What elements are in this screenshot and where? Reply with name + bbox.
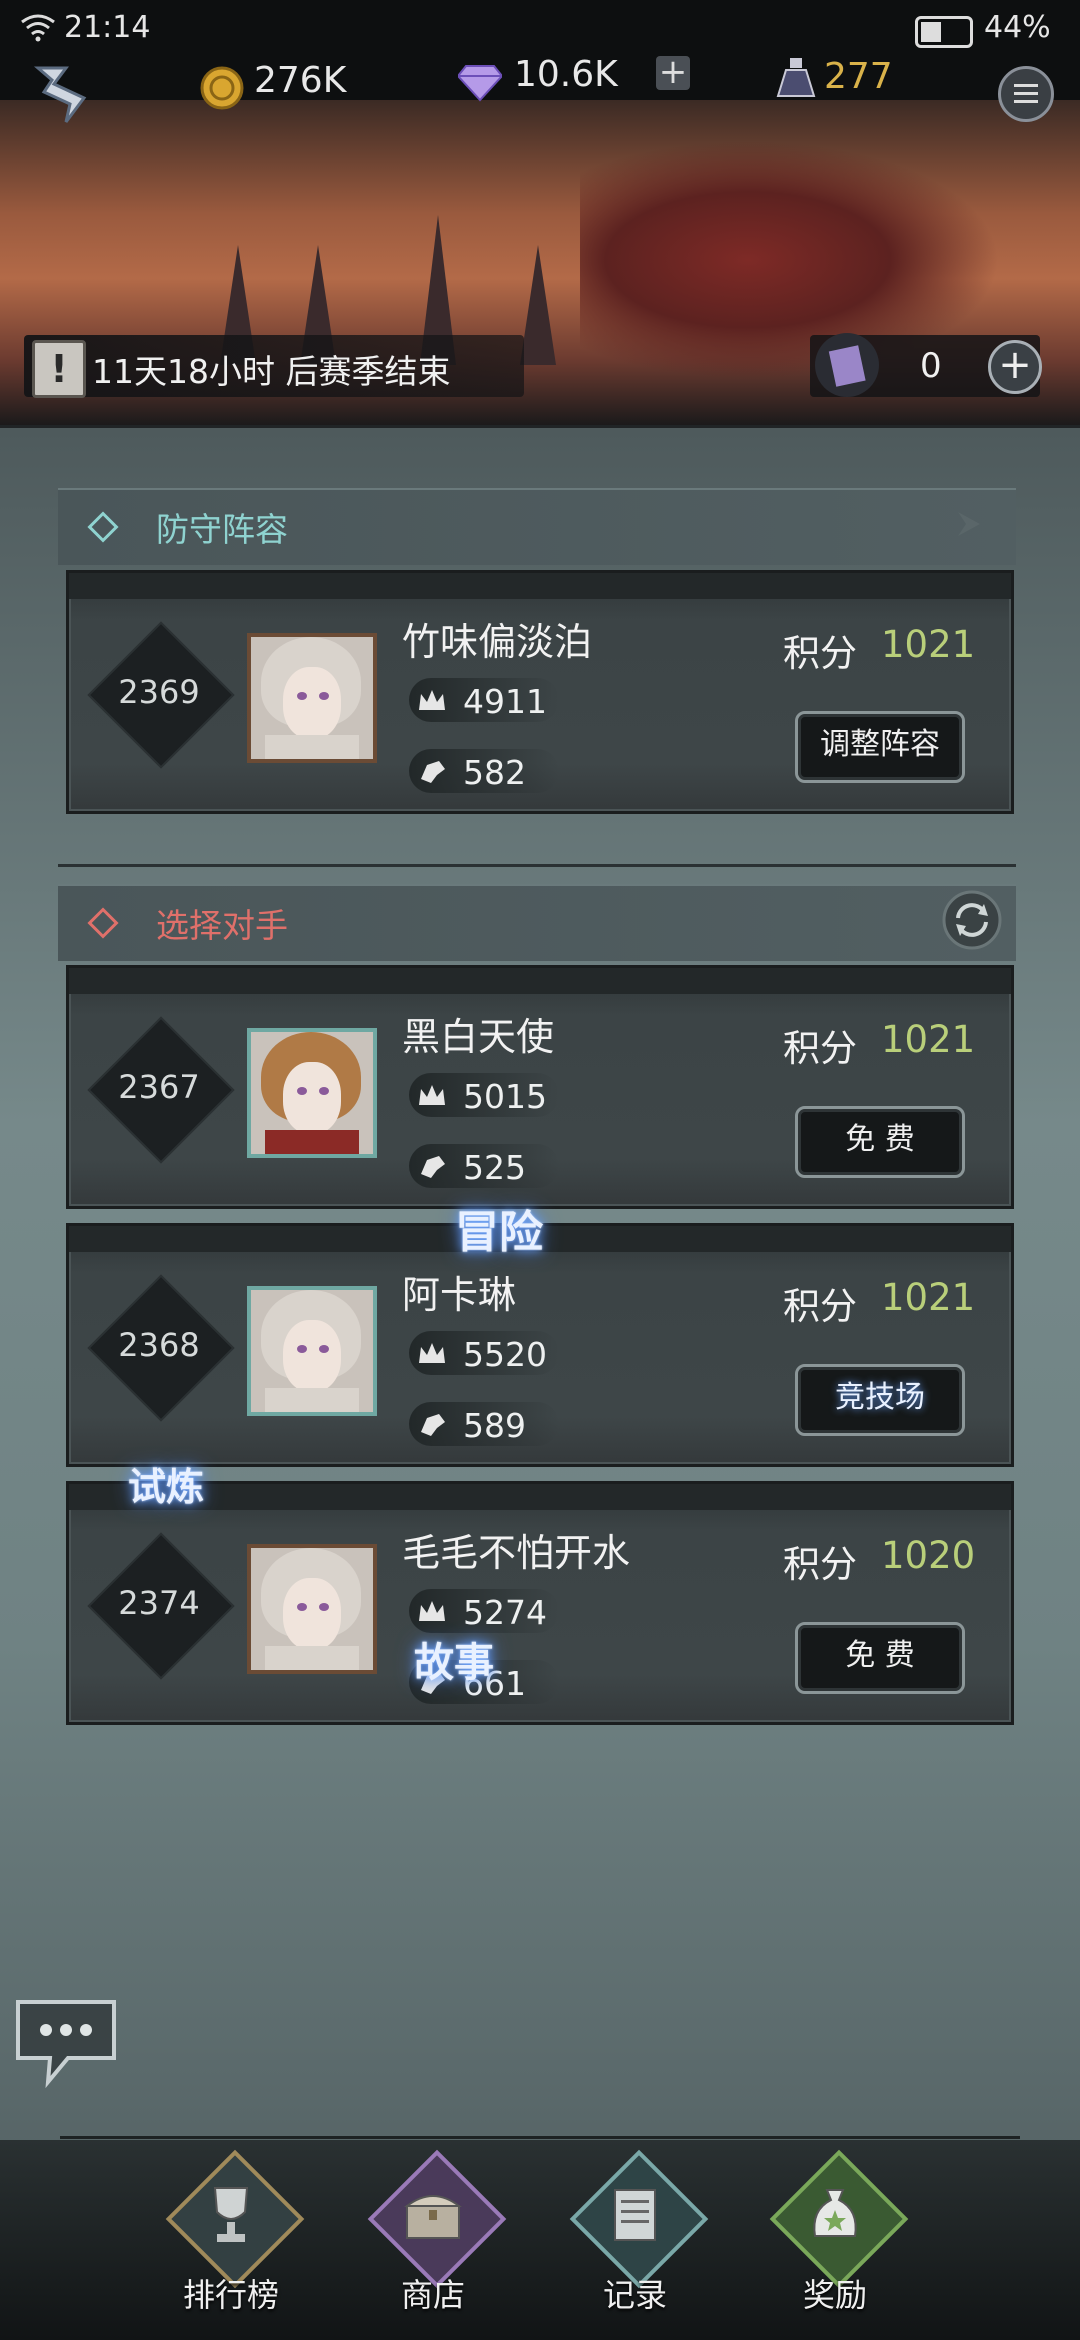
clock: 21:14 bbox=[64, 10, 151, 45]
trial-floating-label[interactable]: 试炼 bbox=[128, 1456, 204, 1511]
power-stat: 525 bbox=[409, 1144, 559, 1188]
arrow-right-icon[interactable] bbox=[950, 504, 990, 544]
player-name: 毛毛不怕开水 bbox=[402, 1531, 631, 1575]
score-label: 积分 bbox=[783, 632, 857, 675]
rank-number: 2369 bbox=[118, 673, 200, 711]
warning-icon: ! bbox=[32, 340, 86, 398]
avatar[interactable] bbox=[247, 1544, 377, 1674]
trophy-icon bbox=[213, 2187, 249, 2242]
free-challenge-button[interactable]: 免 费 bbox=[795, 1622, 965, 1694]
gem-icon bbox=[458, 65, 502, 102]
opponents-section-title: 选择对手 bbox=[156, 906, 288, 945]
player-name: 竹味偏淡泊 bbox=[402, 620, 593, 664]
divider bbox=[60, 2136, 1020, 2139]
defense-lineup-card: 2369 竹味偏淡泊 4911 582 积分 1021 调整阵容 bbox=[66, 570, 1014, 814]
opponent-card[interactable]: 2374 毛毛不怕开水 5274 661 积分 1020 免 费 bbox=[66, 1481, 1014, 1725]
player-name: 黑白天使 bbox=[402, 1015, 555, 1059]
free-challenge-button[interactable]: 免 费 bbox=[795, 1106, 965, 1178]
chest-icon bbox=[404, 2195, 462, 2239]
refresh-icon[interactable] bbox=[940, 888, 1004, 952]
score-label: 积分 bbox=[783, 1027, 857, 1070]
crown-icon bbox=[419, 690, 445, 710]
season-countdown: 11天18小时 后赛季结束 bbox=[92, 352, 451, 391]
potion-icon bbox=[776, 58, 816, 97]
avatar[interactable] bbox=[247, 1028, 377, 1158]
nav-rewards[interactable]: 奖励 bbox=[769, 2149, 909, 2330]
ticket-icon bbox=[815, 333, 879, 397]
crown-icon bbox=[419, 1343, 445, 1363]
score-value: 1021 bbox=[881, 1018, 976, 1061]
gem-amount: 10.6K bbox=[514, 54, 618, 95]
player-name: 阿卡琳 bbox=[402, 1273, 517, 1317]
add-ticket-button[interactable]: + bbox=[988, 340, 1042, 394]
crown-stat: 5015 bbox=[409, 1073, 559, 1117]
menu-icon bbox=[1014, 84, 1038, 103]
rank-number: 2374 bbox=[118, 1584, 200, 1622]
rank-number: 2368 bbox=[118, 1326, 200, 1364]
crown-stat: 5520 bbox=[409, 1331, 559, 1375]
bottom-navigation bbox=[0, 2140, 1080, 2340]
score-value: 1020 bbox=[881, 1534, 976, 1577]
fist-icon bbox=[421, 1414, 445, 1436]
nav-leaderboard[interactable]: 排行榜 bbox=[165, 2149, 305, 2330]
adventure-floating-label[interactable]: 冒险 bbox=[455, 1196, 543, 1260]
arena-button[interactable]: 竞技场 bbox=[795, 1364, 965, 1436]
defense-section-title: 防守阵容 bbox=[156, 510, 288, 549]
coin-icon bbox=[200, 66, 244, 110]
chat-icon[interactable] bbox=[8, 1992, 124, 2092]
battery-percent: 44% bbox=[984, 10, 1051, 45]
crown-stat: 5274 bbox=[409, 1589, 559, 1633]
adjust-lineup-button[interactable]: 调整阵容 bbox=[795, 711, 965, 783]
ticket-count: 0 bbox=[920, 346, 942, 386]
crown-icon bbox=[419, 1601, 445, 1621]
wifi-icon bbox=[21, 14, 55, 42]
potion-amount: 277 bbox=[824, 56, 893, 97]
crown-icon bbox=[419, 1085, 445, 1105]
add-gems-button[interactable]: + bbox=[656, 55, 690, 90]
menu-button[interactable] bbox=[998, 66, 1054, 122]
avatar[interactable] bbox=[247, 1286, 377, 1416]
score-value: 1021 bbox=[881, 1276, 976, 1319]
rank-number: 2367 bbox=[118, 1068, 200, 1106]
score-label: 积分 bbox=[783, 1543, 857, 1586]
coin-amount: 276K bbox=[254, 60, 347, 101]
reward-bag-icon bbox=[813, 2189, 857, 2237]
scroll-icon bbox=[614, 2189, 656, 2241]
back-icon[interactable] bbox=[26, 58, 96, 128]
power-stat: 589 bbox=[409, 1402, 559, 1446]
fist-icon bbox=[421, 1156, 445, 1178]
power-stat: 582 bbox=[409, 749, 559, 793]
battery-icon bbox=[915, 16, 973, 48]
nav-shop[interactable]: 商店 bbox=[367, 2149, 507, 2330]
story-floating-label[interactable]: 故事 bbox=[414, 1630, 494, 1688]
fist-icon bbox=[421, 761, 445, 783]
opponent-card[interactable]: 2367 黑白天使 5015 525 积分 1021 免 费 bbox=[66, 965, 1014, 1209]
score-value: 1021 bbox=[881, 623, 976, 666]
score-label: 积分 bbox=[783, 1285, 857, 1328]
divider bbox=[58, 864, 1016, 867]
avatar[interactable] bbox=[247, 633, 377, 763]
status-bar: 21:14 44% bbox=[0, 0, 1080, 60]
crown-stat: 4911 bbox=[409, 678, 559, 722]
nav-records[interactable]: 记录 bbox=[569, 2149, 709, 2330]
